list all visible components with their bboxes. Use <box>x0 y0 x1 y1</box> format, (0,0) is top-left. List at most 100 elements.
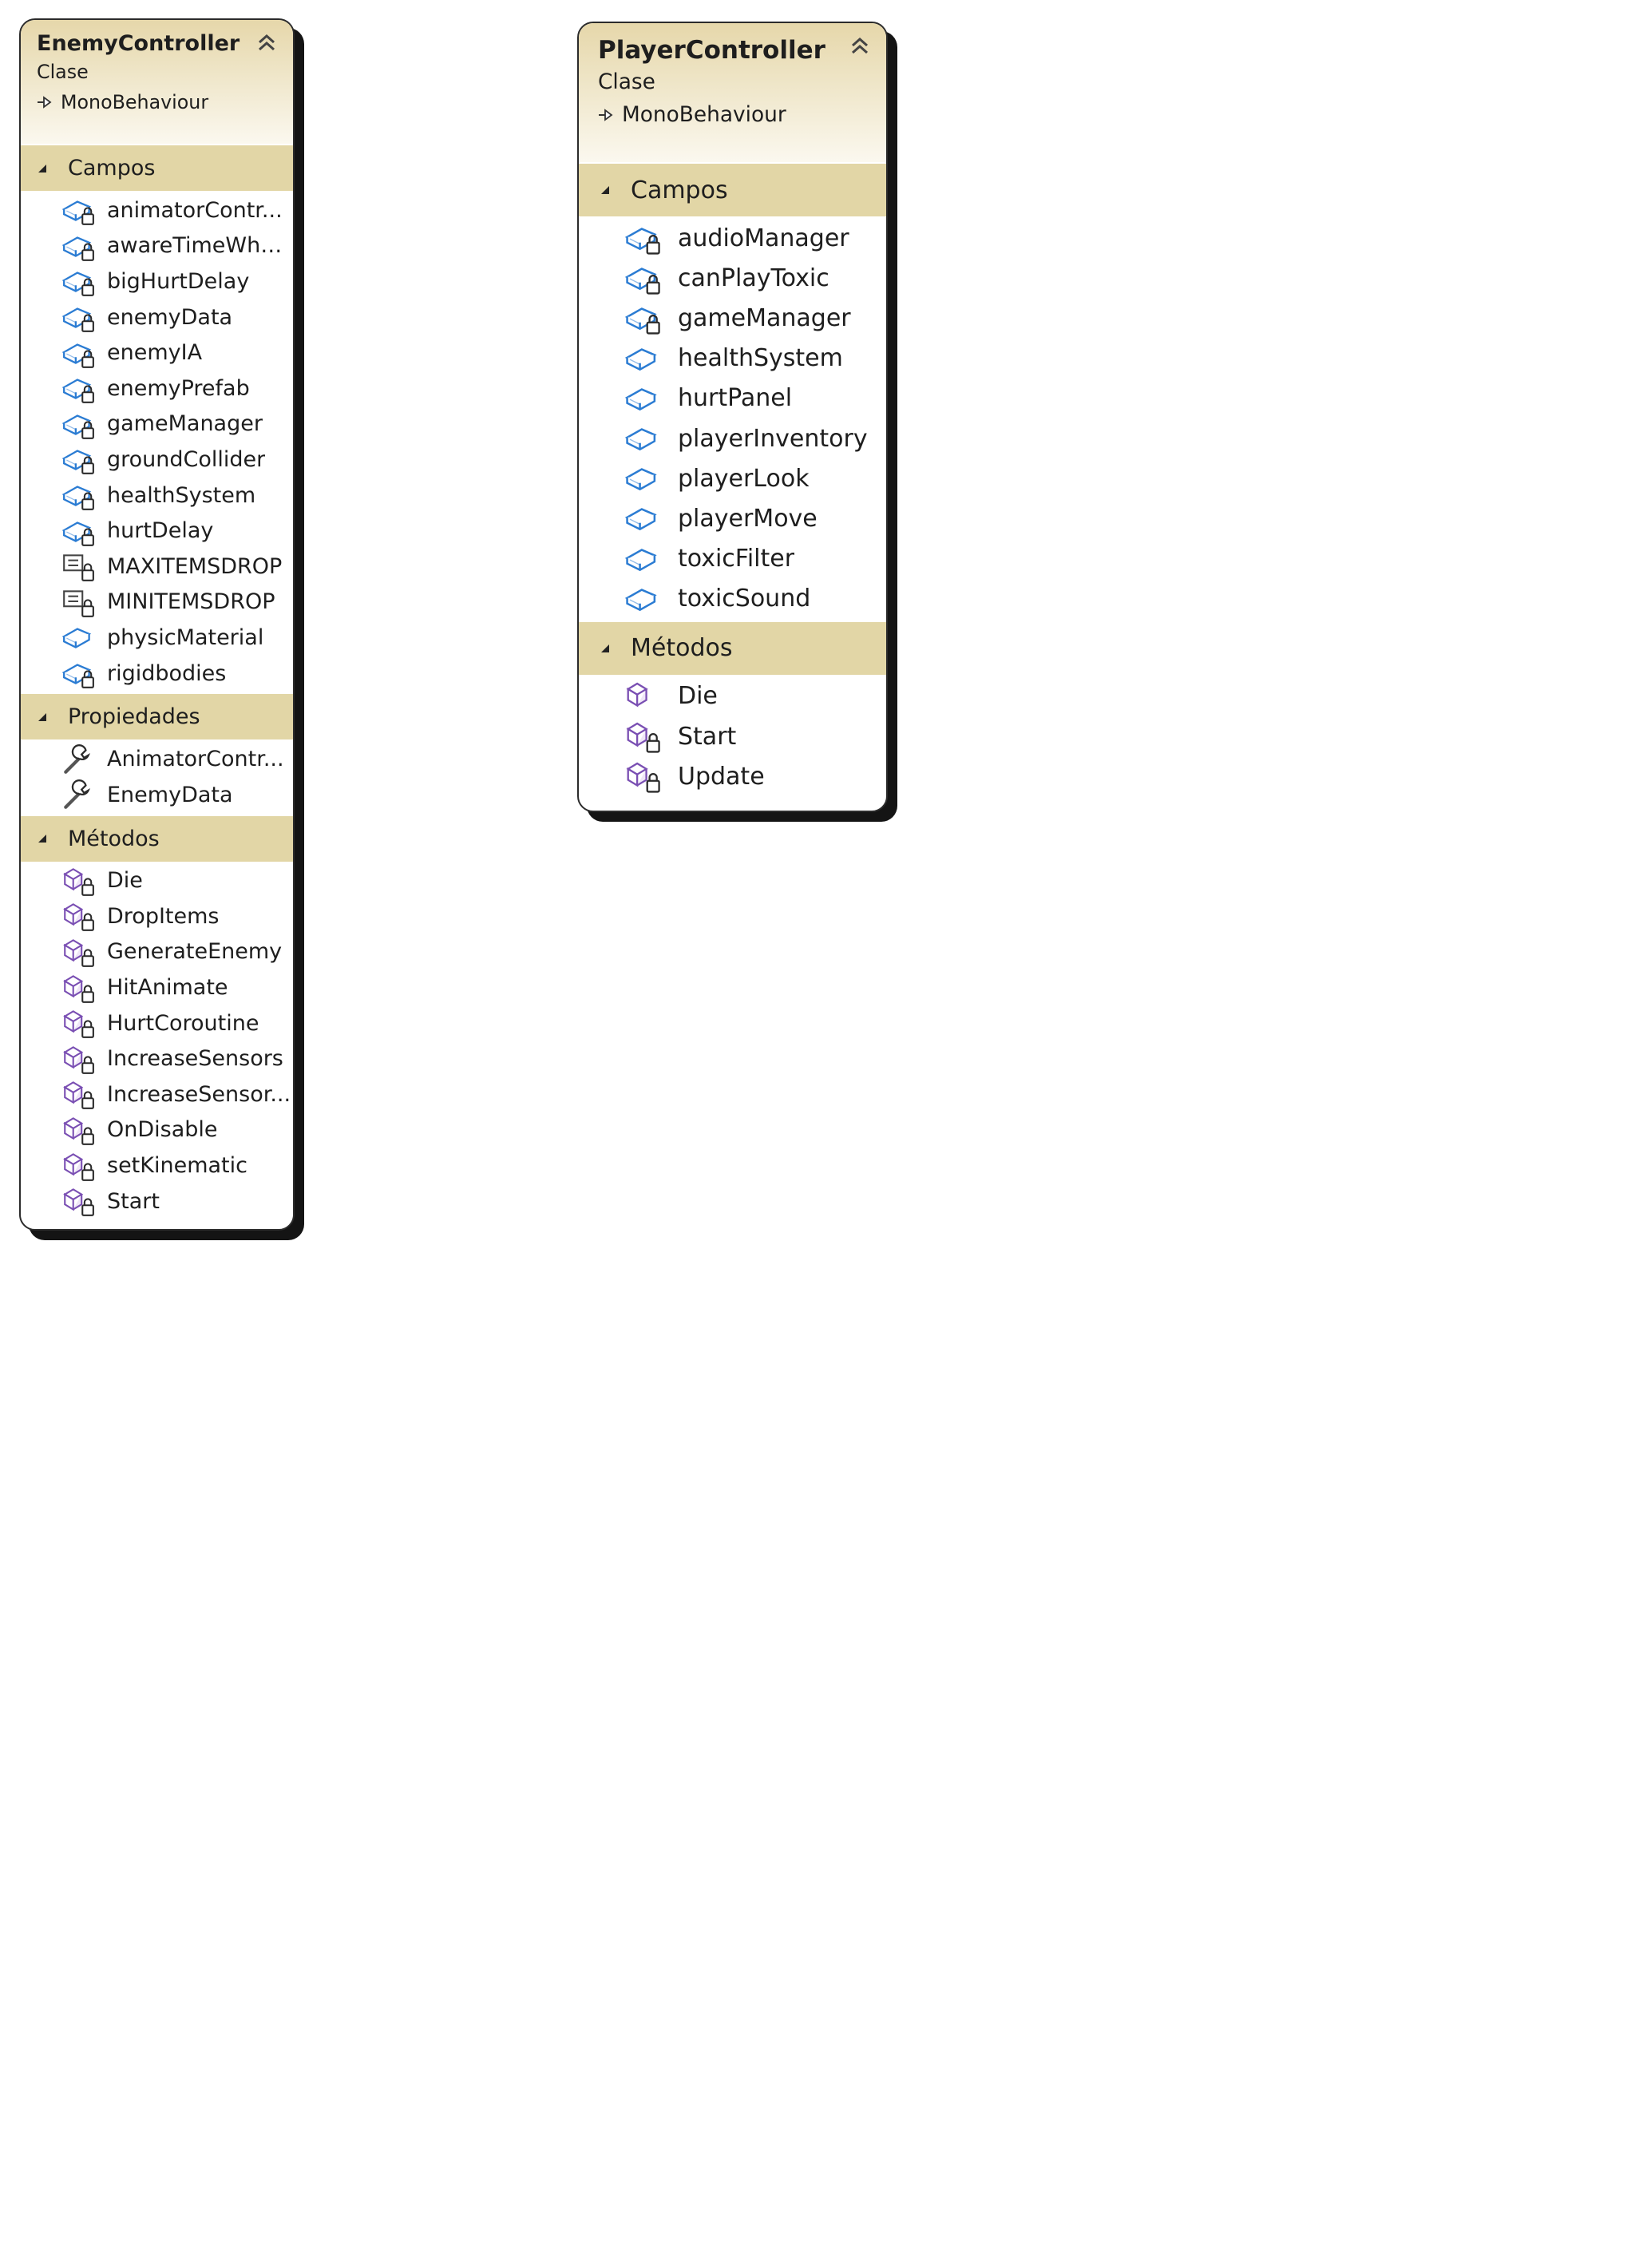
base-class: MonoBehaviour <box>37 91 293 113</box>
private-method-icon <box>63 939 94 967</box>
member-row[interactable]: healthSystem <box>21 478 293 513</box>
member-row[interactable]: OnDisable <box>21 1112 293 1148</box>
member-row[interactable]: MAXITEMSDROP <box>21 549 293 585</box>
private-field-icon <box>61 200 94 226</box>
member-row[interactable]: physicMaterial <box>21 620 293 656</box>
member-name: enemyData <box>107 304 233 330</box>
public-field-icon <box>624 388 657 410</box>
collapse-chevron-icon[interactable] <box>256 33 277 52</box>
member-list: animatorContr... awareTimeWhe... bigHurtDe… <box>21 191 293 694</box>
member-row[interactable]: playerMove <box>579 498 886 538</box>
member-row[interactable]: IncreaseSensors <box>21 1041 293 1077</box>
public-field-icon <box>61 628 92 649</box>
member-name: MINITEMSDROP <box>107 589 275 615</box>
private-constant-icon <box>63 590 94 617</box>
member-name: healthSystem <box>678 344 843 373</box>
class-stereotype: Clase <box>598 69 655 94</box>
section-header-propiedades[interactable]: Propiedades <box>21 694 293 740</box>
member-name: HitAnimate <box>107 975 228 1001</box>
public-field-icon <box>624 508 657 531</box>
member-row[interactable]: awareTimeWhe... <box>21 228 293 264</box>
member-name: GenerateEnemy <box>107 939 283 965</box>
member-row[interactable]: GenerateEnemy <box>21 934 293 970</box>
section-header-métodos[interactable]: Métodos <box>579 621 886 675</box>
private-field-icon <box>61 343 94 368</box>
section-title: Propiedades <box>68 704 200 730</box>
member-row[interactable]: HurtCoroutine <box>21 1005 293 1041</box>
member-name: IncreaseSensors <box>107 1046 283 1072</box>
member-name: playerLook <box>678 464 810 493</box>
member-row[interactable]: gameManager <box>21 406 293 442</box>
member-row[interactable]: groundCollider <box>21 442 293 478</box>
player-controller-class-box[interactable]: PlayerController Clase MonoBehaviour Cam… <box>577 22 888 812</box>
section-header-campos[interactable]: Campos <box>21 145 293 191</box>
member-row[interactable]: MINITEMSDROP <box>21 585 293 621</box>
member-name: healthSystem <box>107 482 256 508</box>
private-field-icon <box>61 307 94 332</box>
member-row[interactable]: hurtPanel <box>579 379 886 418</box>
member-name: gameManager <box>107 411 263 437</box>
member-row[interactable]: playerInventory <box>579 418 886 458</box>
section-header-métodos[interactable]: Métodos <box>21 815 293 862</box>
private-method-icon <box>63 1152 94 1181</box>
member-row[interactable]: bigHurtDelay <box>21 264 293 299</box>
member-name: Start <box>678 722 737 751</box>
member-name: canPlayToxic <box>678 264 829 292</box>
member-row[interactable]: playerLook <box>579 458 886 498</box>
section-title: Métodos <box>68 826 160 851</box>
member-list: Die DropItems GenerateEnemy HitAnimate HurtC… <box>21 862 293 1223</box>
private-method-icon <box>63 1081 94 1110</box>
expanded-triangle-icon <box>38 164 46 172</box>
member-row[interactable]: Update <box>579 756 886 796</box>
member-row[interactable]: hurtDelay <box>21 513 293 549</box>
member-row[interactable]: IncreaseSensor... <box>21 1077 293 1112</box>
member-row[interactable]: audioManager <box>579 218 886 258</box>
member-row[interactable]: canPlayToxic <box>579 258 886 298</box>
member-row[interactable]: toxicFilter <box>579 539 886 579</box>
member-row[interactable]: enemyPrefab <box>21 371 293 406</box>
member-row[interactable]: EnemyData <box>21 777 293 813</box>
member-row[interactable]: rigidbodies <box>21 656 293 692</box>
member-row[interactable]: Start <box>579 716 886 756</box>
member-row[interactable]: enemyData <box>21 299 293 335</box>
member-name: toxicSound <box>678 585 811 613</box>
member-name: Die <box>678 682 718 711</box>
member-row[interactable]: DropItems <box>21 898 293 934</box>
base-class: MonoBehaviour <box>598 102 886 127</box>
public-method-icon <box>626 682 648 708</box>
member-name: MAXITEMSDROP <box>107 553 283 579</box>
private-field-icon <box>61 272 94 297</box>
member-name: gameManager <box>678 303 851 332</box>
private-method-icon <box>63 1045 94 1074</box>
member-row[interactable]: Start <box>21 1184 293 1219</box>
member-name: playerMove <box>678 504 818 533</box>
member-row[interactable]: Die <box>21 863 293 899</box>
member-row[interactable]: animatorContr... <box>21 192 293 228</box>
section-header-campos[interactable]: Campos <box>579 164 886 216</box>
private-field-icon <box>61 236 94 261</box>
member-name: enemyIA <box>107 340 203 366</box>
member-row[interactable]: toxicSound <box>579 579 886 619</box>
member-row[interactable]: Die <box>579 676 886 716</box>
private-field-icon <box>61 450 94 475</box>
member-row[interactable]: setKinematic <box>21 1148 293 1184</box>
section-title: Campos <box>68 156 156 180</box>
private-field-icon <box>61 486 94 510</box>
member-row[interactable]: HitAnimate <box>21 969 293 1005</box>
collapse-chevron-icon[interactable] <box>849 36 870 55</box>
private-field-icon <box>624 228 660 255</box>
member-name: playerInventory <box>678 424 868 453</box>
member-row[interactable]: gameManager <box>579 298 886 338</box>
member-name: audioManager <box>678 224 849 252</box>
member-row[interactable]: AnimatorContr... <box>21 741 293 777</box>
enemy-controller-class-box[interactable]: EnemyController Clase MonoBehaviour Camp… <box>19 18 295 1231</box>
member-name: hurtDelay <box>107 518 214 544</box>
member-row[interactable]: healthSystem <box>579 339 886 379</box>
member-name: EnemyData <box>107 782 233 807</box>
member-name: bigHurtDelay <box>107 268 250 294</box>
member-sections: Campos audioManager canPlayToxic gameManage… <box>579 164 886 799</box>
member-name: toxicFilter <box>678 545 795 573</box>
member-name: enemyPrefab <box>107 375 250 401</box>
member-row[interactable]: enemyIA <box>21 335 293 371</box>
member-name: DropItems <box>107 903 220 929</box>
